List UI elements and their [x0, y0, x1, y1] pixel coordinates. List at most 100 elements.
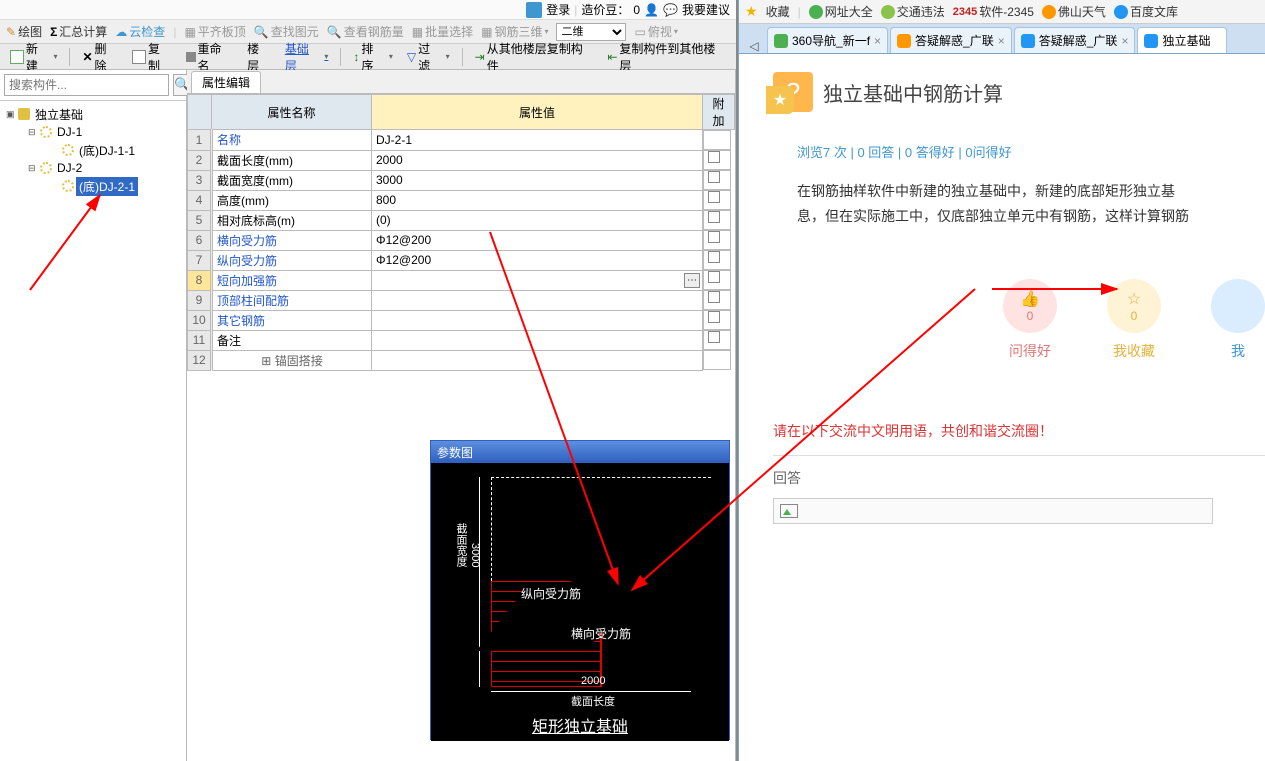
view-mode-button[interactable]: ▭俯视▾: [634, 23, 677, 40]
prop-name[interactable]: 横向受力筋: [217, 234, 277, 248]
checkbox-icon[interactable]: [708, 211, 720, 223]
prop-name[interactable]: 名称: [217, 133, 241, 147]
insert-image-button[interactable]: [780, 504, 798, 518]
dimension-select[interactable]: 二维: [556, 23, 626, 41]
prop-append[interactable]: [703, 270, 731, 290]
prop-append[interactable]: [703, 210, 731, 230]
value-picker-button[interactable]: ⋯: [684, 273, 700, 288]
search-input[interactable]: [4, 74, 169, 96]
browser-tab[interactable]: 360导航_新一f×: [767, 27, 888, 53]
browser-tab[interactable]: 答疑解惑_广联×: [890, 27, 1012, 53]
new-button[interactable]: 新建: [6, 46, 61, 68]
checkbox-icon[interactable]: [708, 291, 720, 303]
prop-row[interactable]: 7纵向受力筋Φ12@200: [188, 250, 735, 270]
sort-button[interactable]: ↕排序: [349, 46, 397, 68]
prop-value[interactable]: 800: [372, 190, 703, 210]
side-favorite-tab[interactable]: ★: [766, 86, 794, 114]
prop-value[interactable]: DJ-2-1: [372, 130, 703, 151]
tabs-scroll-left[interactable]: ◁: [743, 39, 765, 53]
checkbox-icon[interactable]: [708, 151, 720, 163]
close-icon[interactable]: ×: [874, 34, 881, 48]
prop-value[interactable]: ⋯: [372, 270, 703, 290]
expand-icon[interactable]: ⊞: [261, 354, 271, 368]
prop-row[interactable]: 11备注: [188, 330, 735, 350]
prop-append[interactable]: [703, 230, 731, 250]
close-icon[interactable]: ×: [1121, 34, 1128, 48]
checkbox-icon[interactable]: [708, 271, 720, 283]
checkbox-icon[interactable]: [708, 311, 720, 323]
prop-name[interactable]: 短向加强筋: [217, 274, 277, 288]
filter-button[interactable]: ▽过滤: [403, 46, 454, 68]
checkbox-icon[interactable]: [708, 231, 720, 243]
tree-item-dj2-1[interactable]: (底)DJ-2-1: [0, 177, 186, 195]
close-icon[interactable]: ×: [998, 34, 1005, 48]
login-icon[interactable]: [526, 2, 542, 18]
delete-button[interactable]: ✕删除: [78, 46, 122, 68]
prop-row[interactable]: 1名称DJ-2-1: [188, 130, 735, 151]
site-list-link[interactable]: 网址大全: [809, 3, 873, 20]
weather-link[interactable]: 佛山天气: [1042, 3, 1106, 20]
tree-item-dj2[interactable]: ⊟DJ-2: [0, 159, 186, 177]
login-link[interactable]: 登录: [546, 1, 570, 18]
rate-favorite[interactable]: ☆0 我收藏: [1107, 279, 1161, 361]
favorites-link[interactable]: 收藏: [766, 3, 790, 20]
prop-row[interactable]: 2截面长度(mm)2000: [188, 150, 735, 170]
soft2345-link[interactable]: 2345软件-2345: [953, 3, 1034, 20]
fav-icon[interactable]: ★: [745, 3, 758, 20]
cloud-check-button[interactable]: ☁云检查: [115, 23, 165, 40]
prop-value[interactable]: 3000: [372, 170, 703, 190]
prop-name[interactable]: 其它钢筋: [217, 314, 265, 328]
suggest-link[interactable]: 我要建议: [682, 1, 730, 18]
prop-value[interactable]: [372, 350, 703, 370]
tree-root[interactable]: ▣独立基础: [0, 105, 186, 123]
prop-row[interactable]: 3截面宽度(mm)3000: [188, 170, 735, 190]
prop-name[interactable]: 顶部柱间配筋: [217, 294, 289, 308]
property-tab[interactable]: 属性编辑: [191, 71, 261, 93]
prop-append[interactable]: [703, 130, 731, 150]
prop-row[interactable]: 5相对底标高(m)(0): [188, 210, 735, 230]
flatten-board-button[interactable]: ▦平齐板顶: [184, 23, 245, 40]
prop-row[interactable]: 10其它钢筋: [188, 310, 735, 330]
prop-name[interactable]: 纵向受力筋: [217, 254, 277, 268]
baidu-link[interactable]: 百度文库: [1114, 3, 1178, 20]
sum-button[interactable]: Σ汇总计算: [50, 23, 107, 40]
find-figure-button[interactable]: 🔍查找图元: [254, 23, 319, 40]
prop-row[interactable]: 12⊞ 锚固搭接: [188, 350, 735, 370]
prop-value[interactable]: [372, 290, 703, 310]
prop-append[interactable]: [703, 350, 731, 370]
suggest-icon[interactable]: 💬: [663, 3, 678, 17]
copy-from-floor-button[interactable]: ⇥从其他楼层复制构件: [471, 46, 598, 68]
batch-select-button[interactable]: ▦批量选择: [412, 23, 473, 40]
prop-append[interactable]: [703, 330, 731, 350]
prop-value[interactable]: [372, 330, 703, 350]
checkbox-icon[interactable]: [708, 171, 720, 183]
prop-append[interactable]: [703, 290, 731, 310]
prop-row[interactable]: 4高度(mm)800: [188, 190, 735, 210]
traffic-link[interactable]: 交通违法: [881, 3, 945, 20]
browser-tab[interactable]: 独立基础: [1137, 27, 1227, 53]
prop-row[interactable]: 6横向受力筋Φ12@200: [188, 230, 735, 250]
prop-row[interactable]: 8短向加强筋⋯: [188, 270, 735, 290]
draw-button[interactable]: ✎绘图: [6, 23, 42, 40]
rebar-3d-button[interactable]: ▦钢筋三维▾: [481, 23, 548, 40]
view-rebar-button[interactable]: 🔍查看钢筋量: [327, 23, 404, 40]
prop-value[interactable]: Φ12@200: [372, 230, 703, 250]
base-layer-select[interactable]: 基础层: [281, 46, 333, 68]
tree-item-dj1-1[interactable]: (底)DJ-1-1: [0, 141, 186, 159]
prop-value[interactable]: [372, 310, 703, 330]
copy-to-floor-button[interactable]: ⇤复制构件到其他楼层: [603, 46, 730, 68]
prop-append[interactable]: [703, 310, 731, 330]
prop-append[interactable]: [703, 190, 731, 210]
checkbox-icon[interactable]: [708, 191, 720, 203]
prop-value[interactable]: 2000: [372, 150, 703, 170]
copy-button[interactable]: 复制: [128, 46, 176, 68]
prop-append[interactable]: [703, 170, 731, 190]
prop-append[interactable]: [703, 250, 731, 270]
rate-ask-good[interactable]: 👍0 问得好: [1003, 279, 1057, 361]
tree-item-dj1[interactable]: ⊟DJ-1: [0, 123, 186, 141]
checkbox-icon[interactable]: [708, 331, 720, 343]
checkbox-icon[interactable]: [708, 251, 720, 263]
browser-tab[interactable]: 答疑解惑_广联×: [1014, 27, 1136, 53]
prop-value[interactable]: (0): [372, 210, 703, 230]
prop-append[interactable]: [703, 150, 731, 170]
